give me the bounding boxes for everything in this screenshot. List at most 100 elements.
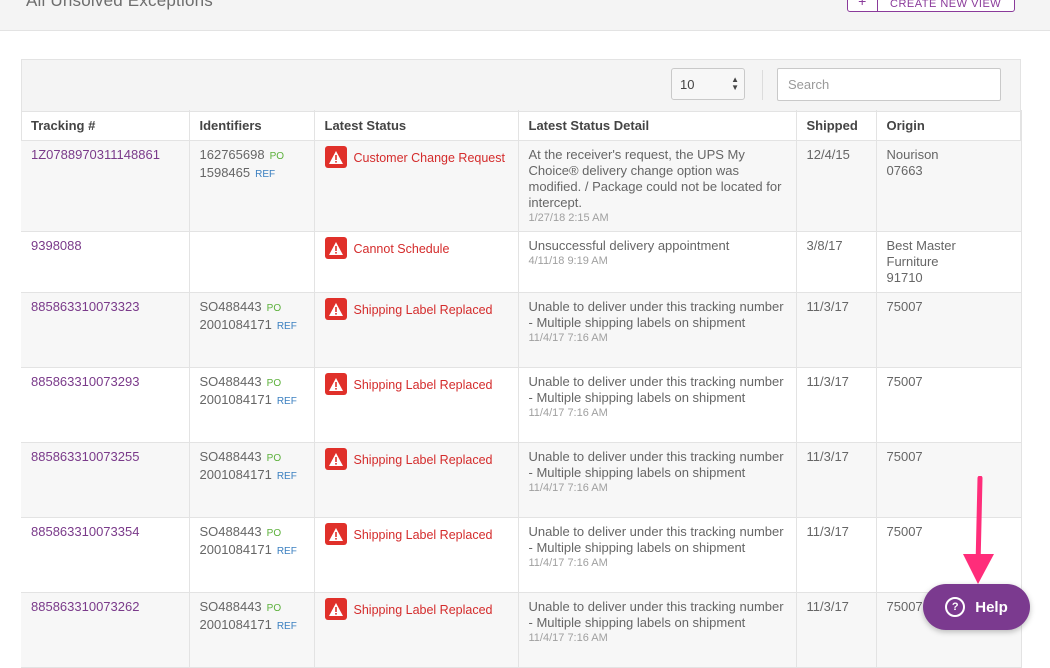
status-detail-text: Unable to deliver under this tracking nu… — [528, 299, 784, 330]
origin-line: 75007 — [886, 449, 923, 464]
origin-line: 07663 — [886, 163, 923, 178]
identifier: SO488443 PO — [200, 299, 304, 317]
identifier: 1598465 REF — [200, 165, 304, 183]
cell-latest-status: Cannot Schedule — [314, 231, 519, 293]
shipped-date: 3/8/17 — [806, 238, 843, 253]
cell-latest-status: Shipping Label Replaced — [314, 367, 519, 443]
tracking-link[interactable]: 1Z0788970311148861 — [31, 147, 160, 162]
cell-identifiers: SO488443 PO 2001084171 REF — [189, 367, 315, 443]
cell-identifiers: SO488443 PO 2001084171 REF — [189, 592, 315, 668]
origin-line: Nourison — [886, 147, 939, 162]
tracking-link[interactable]: 885863310073323 — [31, 299, 139, 314]
cell-origin: Best Master Furniture 91710 — [876, 231, 1022, 293]
status-detail-timestamp: 11/4/17 7:16 AM — [528, 332, 608, 344]
identifier-tag: PO — [266, 453, 282, 464]
status-label: Shipping Label Replaced — [353, 303, 493, 317]
cell-identifiers: SO488443 PO 2001084171 REF — [189, 442, 315, 518]
shipped-date: 11/3/17 — [806, 449, 849, 464]
cell-tracking: 1Z0788970311148861 — [21, 140, 190, 232]
identifier-tag: PO — [266, 603, 282, 614]
cell-origin: 75007 — [876, 292, 1022, 368]
identifier-tag: PO — [266, 303, 282, 314]
tracking-link[interactable]: 9398088 — [31, 238, 82, 253]
table-row[interactable]: 885863310073323 SO488443 PO 2001084171 REF Sh… — [21, 292, 1022, 368]
table-row[interactable]: 885863310073255 SO488443 PO 2001084171 REF Sh… — [21, 442, 1022, 518]
tracking-link[interactable]: 885863310073354 — [31, 524, 139, 539]
cell-shipped: 11/3/17 — [796, 367, 877, 443]
shipped-date: 11/3/17 — [806, 524, 849, 539]
column-header-tracking[interactable]: Tracking # — [21, 110, 190, 141]
column-header-identifiers[interactable]: Identifiers — [189, 110, 315, 141]
column-header-shipped[interactable]: Shipped — [796, 110, 877, 141]
identifier-tag: REF — [276, 471, 297, 482]
identifier-value: 2001084171 — [199, 392, 272, 407]
tracking-link[interactable]: 885863310073262 — [31, 599, 139, 614]
status-detail-text: Unable to deliver under this tracking nu… — [528, 449, 784, 480]
column-header-status-detail[interactable]: Latest Status Detail — [518, 110, 797, 141]
table-row[interactable]: 9398088 Cannot Schedule Unsuccessful deliv… — [21, 231, 1022, 293]
select-arrows-icon: ▲ ▼ — [731, 75, 739, 92]
status-detail-timestamp: 11/4/17 7:16 AM — [528, 482, 608, 494]
identifier-value: SO488443 — [199, 449, 262, 464]
exceptions-table: Tracking # Identifiers Latest Status Lat… — [21, 110, 1022, 668]
identifier-tag: PO — [266, 528, 282, 539]
tracking-link[interactable]: 885863310073255 — [31, 449, 139, 464]
cell-status-detail: Unable to deliver under this tracking nu… — [518, 442, 797, 518]
identifier-tag: PO — [269, 151, 285, 162]
identifier: SO488443 PO — [200, 374, 304, 392]
cell-tracking: 885863310073255 — [21, 442, 190, 518]
identifier: SO488443 PO — [200, 599, 304, 617]
identifier-value: SO488443 — [199, 299, 262, 314]
origin-line: 75007 — [886, 374, 923, 389]
cell-shipped: 11/3/17 — [796, 517, 877, 593]
column-header-origin[interactable]: Origin — [876, 110, 1022, 141]
table-row[interactable]: 885863310073262 SO488443 PO 2001084171 REF Sh… — [21, 592, 1022, 668]
identifier-tag: REF — [276, 546, 297, 557]
cell-status-detail: Unable to deliver under this tracking nu… — [518, 292, 797, 368]
help-button[interactable]: ? Help — [923, 584, 1030, 630]
cell-identifiers: SO488443 PO 2001084171 REF — [189, 292, 315, 368]
cell-tracking: 9398088 — [21, 231, 190, 293]
identifier-value: 2001084171 — [199, 467, 272, 482]
identifier-tag: REF — [276, 321, 297, 332]
cell-status-detail: Unable to deliver under this tracking nu… — [518, 592, 797, 668]
identifier-tag: REF — [276, 621, 297, 632]
create-new-view-button[interactable]: + CREATE NEW VIEW — [847, 0, 1015, 12]
table-row[interactable]: 885863310073293 SO488443 PO 2001084171 REF Sh… — [21, 367, 1022, 443]
identifier-value: 2001084171 — [199, 317, 272, 332]
table-row[interactable]: 885863310073354 SO488443 PO 2001084171 REF Sh… — [21, 517, 1022, 593]
status-label: Shipping Label Replaced — [353, 528, 493, 542]
page-size-select[interactable]: 10 ▲ ▼ — [671, 68, 745, 100]
cell-latest-status: Shipping Label Replaced — [314, 442, 519, 518]
identifier-tag: PO — [266, 378, 282, 389]
status-label: Shipping Label Replaced — [353, 378, 493, 392]
status-detail-text: Unsuccessful delivery appointment — [528, 238, 730, 253]
cell-status-detail: Unable to deliver under this tracking nu… — [518, 517, 797, 593]
status-detail-text: Unable to deliver under this tracking nu… — [528, 374, 784, 405]
warning-icon — [324, 373, 347, 395]
plus-icon: + — [848, 0, 878, 11]
page-title: All Unsolved Exceptions — [26, 0, 213, 10]
identifier: 2001084171 REF — [200, 392, 304, 410]
shipped-date: 11/3/17 — [806, 299, 849, 314]
warning-icon — [324, 523, 347, 545]
identifier: 2001084171 REF — [200, 542, 304, 560]
identifier-value: 162765698 — [199, 147, 265, 162]
tracking-link[interactable]: 885863310073293 — [31, 374, 139, 389]
table-header-row: Tracking # Identifiers Latest Status Lat… — [21, 110, 1022, 141]
warning-icon — [324, 598, 347, 620]
status-detail-timestamp: 11/4/17 7:16 AM — [528, 557, 608, 569]
search-input[interactable] — [777, 68, 1001, 101]
shipped-date: 11/3/17 — [806, 599, 849, 614]
origin-line: 91710 — [886, 270, 923, 285]
exceptions-panel: 10 ▲▼ Tracking # Identifiers Latest Stat… — [21, 59, 1022, 668]
identifier: 2001084171 REF — [200, 617, 304, 635]
identifier: 2001084171 REF — [200, 317, 304, 335]
column-header-latest-status[interactable]: Latest Status — [314, 110, 519, 141]
identifier-tag: REF — [255, 169, 276, 180]
status-detail-timestamp: 11/4/17 7:16 AM — [528, 632, 608, 644]
status-detail-timestamp: 11/4/17 7:16 AM — [528, 407, 608, 419]
table-row[interactable]: 1Z0788970311148861 162765698 PO 1598465 REF C… — [21, 140, 1022, 232]
status-detail-text: Unable to deliver under this tracking nu… — [528, 599, 784, 630]
cell-latest-status: Shipping Label Replaced — [314, 592, 519, 668]
